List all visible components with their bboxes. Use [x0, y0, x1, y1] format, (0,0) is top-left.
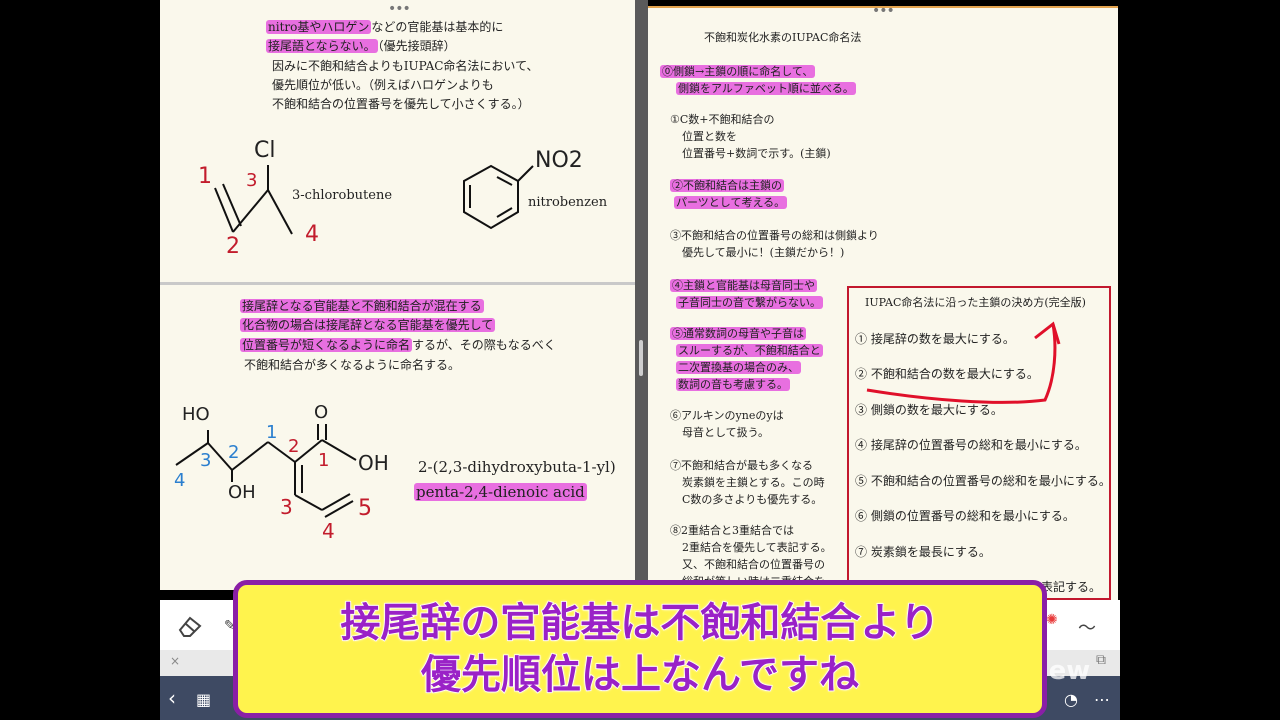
nitrobenzene-structure	[463, 164, 534, 230]
more-icon[interactable]: ⋯	[1094, 690, 1110, 709]
highlighted-text: 側鎖をアルファベット順に並べる。	[676, 82, 856, 95]
carbon-number-label: 4	[174, 470, 186, 491]
left-note-page[interactable]: ••• nitro基やハロゲン などの官能基は基本的に 接尾語とならない。 （優先接…	[160, 0, 635, 590]
note-line: 母音として扱う。	[682, 426, 770, 439]
highlighted-text: ⑤通常数詞の母音や子音は	[670, 327, 806, 340]
grid-icon[interactable]: ▦	[196, 690, 211, 709]
highlighted-text: ④主鎖と官能基は母音同士や	[670, 279, 817, 292]
right-pane-drag-handle[interactable]: •••	[872, 6, 895, 18]
highlighted-text: パーツとして考える。	[674, 196, 788, 209]
note-line: 位置番号+数詞で示す。(主鎖)	[682, 147, 831, 160]
share-icon[interactable]: ◔	[1064, 690, 1078, 709]
highlighted-text: ②不飽和結合は主鎖の	[670, 179, 784, 192]
caption-line-1: 接尾辞の官能基は不飽和結合より	[340, 599, 941, 647]
oxygen-label: O	[314, 402, 329, 423]
hydroxyl-label: OH	[358, 451, 389, 475]
page-title: 不飽和炭化水素のIUPAC命名法	[704, 31, 862, 44]
laser-pointer-icon[interactable]: ✺	[1046, 612, 1058, 628]
stroke-style-icon[interactable]: 〜	[1078, 614, 1096, 640]
note-line: 数詞の音も考慮する。	[676, 375, 790, 394]
eraser-icon[interactable]	[176, 614, 204, 643]
carbon-number-label: 1	[266, 422, 278, 443]
carbon-number-label: 5	[358, 496, 372, 521]
highlighted-text: 子音同士の音で繋がらない。	[676, 296, 823, 309]
note-line: 子音同士の音で繋がらない。	[676, 293, 823, 312]
subtitle-caption: 接尾辞の官能基は不飽和結合より 優先順位は上なんですね	[233, 580, 1047, 718]
chlorine-label: Cl	[254, 138, 276, 163]
note-line: 不飽和結合が多くなるように命名する。	[244, 358, 461, 372]
note-text: するが、その際もなるべく	[412, 338, 556, 352]
split-view-handle[interactable]	[639, 340, 643, 376]
note-line: 位置番号が短くなるように命名 するが、その際もなるべく	[240, 336, 556, 355]
hydroxyl-label: HO	[182, 404, 210, 425]
highlighted-text: 接尾辞となる官能基と不飽和結合が混在する	[240, 299, 484, 313]
hydroxyl-label: OH	[228, 482, 256, 503]
carbon-number-label: 3	[200, 450, 212, 471]
highlighted-text: penta-2,4-dienoic acid	[414, 483, 587, 501]
carbon-number-label: 2	[228, 442, 240, 463]
compound-name: 3-chlorobutene	[292, 188, 393, 203]
swap-arrow-annotation	[866, 321, 1061, 404]
highlighted-text: 化合物の場合は接尾辞となる官能基を優先して	[240, 318, 496, 332]
highlighted-text: ⓪側鎖→主鎖の順に命名して、	[660, 65, 816, 78]
note-line: 優先して最小に！(主鎖だから！)	[682, 246, 845, 259]
tab-close-button[interactable]: ×	[170, 654, 180, 668]
compound-name-line: penta-2,4-dienoic acid	[414, 483, 587, 502]
back-icon[interactable]: ‹	[168, 686, 176, 710]
tab-overview-icon[interactable]: ⧉	[1096, 652, 1106, 668]
caption-line-2: 優先順位は上なんですね	[420, 651, 860, 699]
main-chain-rules-box: IUPAC命名法に沿った主鎖の決め方(完全版) ① 接尾辞の数を最大にする。 ②…	[847, 286, 1111, 600]
note-line: 側鎖をアルファベット順に並べる。	[676, 79, 856, 98]
carbon-number-label: 4	[322, 519, 335, 543]
highlighted-text: スルーするが、不飽和結合と	[676, 344, 823, 357]
highlighted-text: 位置番号が短くなるように命名	[240, 338, 413, 352]
carbon-number-label: 2	[226, 234, 240, 259]
note-line: C数の多さよりも優先する。	[682, 493, 823, 506]
highlighted-text: 二次置換基の場合のみ、	[676, 361, 801, 374]
compound-name: 2-(2,3-dihydroxybuta-1-yl)	[418, 458, 616, 476]
page-separator	[160, 282, 635, 285]
carbon-number-label: 4	[305, 222, 319, 247]
carbon-number-label: 1	[318, 450, 330, 471]
highlighted-text: 数詞の音も考慮する。	[676, 378, 790, 391]
carbon-number-label: 1	[198, 164, 212, 189]
note-line: 接尾辞となる官能基と不飽和結合が混在する	[240, 297, 484, 316]
carbon-number-label: 2	[288, 436, 300, 457]
note-line: パーツとして考える。	[674, 193, 788, 212]
note-line: 化合物の場合は接尾辞となる官能基を優先して	[240, 316, 496, 335]
compound-name: nitrobenzen	[528, 195, 608, 210]
split-view-divider[interactable]	[635, 0, 648, 590]
right-note-page[interactable]: ••• 不飽和炭化水素のIUPAC命名法 ⓪側鎖→主鎖の順に命名して、 側鎖をア…	[648, 6, 1118, 600]
carbon-number-label: 3	[280, 495, 293, 519]
carbon-number-label: 3	[246, 170, 258, 191]
nitro-group-label: NO2	[535, 148, 583, 173]
